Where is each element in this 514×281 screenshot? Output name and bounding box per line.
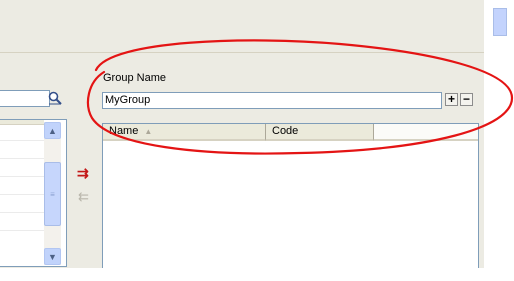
outer-scroll-thumb[interactable] — [493, 8, 507, 36]
grip-icon: ≡ — [50, 189, 55, 199]
column-header-code[interactable]: Code — [266, 124, 374, 141]
remove-group-button[interactable]: − — [460, 93, 473, 106]
list-row — [0, 194, 44, 195]
vertical-scrollbar[interactable]: ▲ ≡ ▼ — [44, 122, 61, 265]
list-row — [0, 140, 44, 141]
add-to-group-button[interactable]: ⇉ — [77, 166, 93, 180]
add-group-button[interactable]: + — [445, 93, 458, 106]
group-members-grid[interactable]: Name ▲ Code — [102, 123, 479, 268]
sort-ascending-icon: ▲ — [144, 127, 153, 136]
chevron-up-icon: ▲ — [48, 125, 57, 136]
minus-icon: − — [462, 92, 470, 106]
search-button[interactable] — [47, 89, 63, 106]
remove-from-group-button[interactable]: ⇇ — [78, 190, 94, 204]
available-items-list[interactable]: ▲ ≡ ▼ — [0, 119, 67, 267]
top-band — [0, 0, 484, 53]
double-arrow-right-icon: ⇉ — [77, 165, 89, 181]
right-margin — [484, 0, 514, 281]
double-arrow-left-icon: ⇇ — [78, 189, 89, 204]
group-name-label: Group Name — [103, 72, 166, 84]
bottom-margin — [0, 268, 514, 281]
group-name-input[interactable]: MyGroup — [102, 92, 442, 109]
plus-icon: + — [447, 92, 455, 106]
search-icon — [48, 91, 62, 105]
list-row — [0, 230, 44, 231]
search-input[interactable] — [0, 90, 50, 107]
list-row — [0, 158, 44, 159]
list-row — [0, 176, 44, 177]
list-header — [0, 120, 44, 125]
column-code-label: Code — [272, 125, 299, 137]
column-name-label: Name — [109, 125, 139, 137]
column-header-filler — [374, 124, 478, 141]
scroll-thumb[interactable]: ≡ — [44, 162, 61, 226]
column-header-name[interactable]: Name ▲ — [103, 124, 266, 141]
scroll-down-button[interactable]: ▼ — [44, 248, 61, 265]
list-row — [0, 212, 44, 213]
chevron-down-icon: ▼ — [48, 251, 57, 262]
scroll-up-button[interactable]: ▲ — [44, 122, 61, 139]
